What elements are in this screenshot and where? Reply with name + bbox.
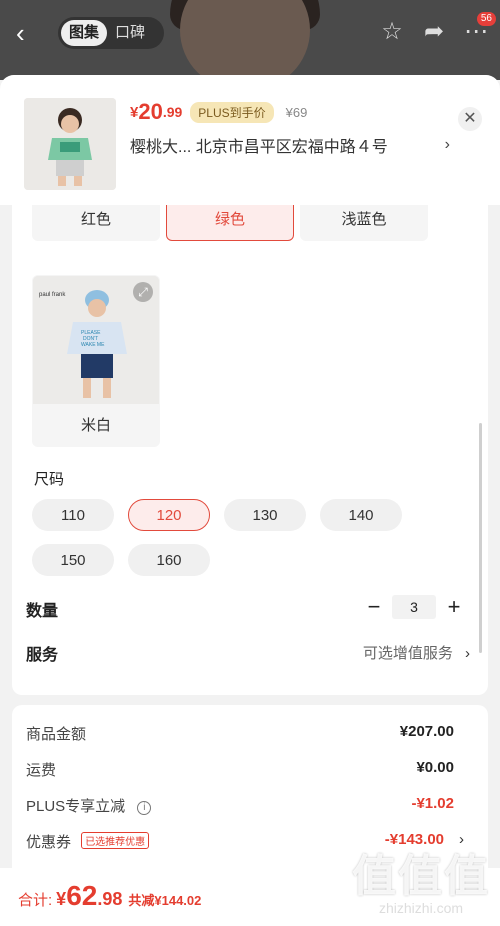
total-label: 合计: — [18, 892, 53, 909]
options-card: 红色 绿色 浅蓝色 paul frank PLEASE DON'T WAKE M… — [12, 165, 488, 695]
chevron-right-icon: › — [465, 645, 470, 662]
service-selector[interactable]: 可选增值服务 › — [363, 642, 470, 663]
coupon-label: 优惠券 — [26, 834, 72, 851]
quantity-label: 数量 — [26, 603, 59, 620]
goods-amount-row: 商品金额 ¥207.00 — [26, 723, 472, 744]
site-watermark: 值值值 zhizhizhi.com — [352, 840, 490, 916]
zoom-expand-icon[interactable]: ⤢ — [133, 282, 153, 302]
service-label: 服务 — [26, 647, 59, 664]
size-option-120[interactable]: 120 — [128, 499, 210, 531]
info-icon[interactable]: i — [137, 801, 152, 815]
background-photo-face — [180, 0, 310, 80]
total-saved: 共减¥144.02 — [128, 893, 202, 908]
sku-selection-sheet: ¥ 20 .99 PLUS到手价 ¥69 樱桃大... 北京市昌平区宏福中路４号… — [0, 75, 500, 926]
scrollbar[interactable] — [479, 423, 482, 653]
address-text: 樱桃大... 北京市昌平区宏福中路４号 — [130, 139, 388, 156]
price-currency: ¥ — [130, 103, 139, 121]
delivery-address[interactable]: 樱桃大... 北京市昌平区宏福中路４号 › — [130, 133, 460, 157]
top-actions: ☆ ➦ ⋯ 56 — [378, 12, 496, 46]
shipping-value: ¥0.00 — [416, 759, 454, 776]
gallery-review-switch: 图集 口碑 — [58, 17, 164, 49]
message-badge: 56 — [476, 12, 496, 26]
favorite-star-icon[interactable]: ☆ — [378, 18, 406, 46]
size-option-150[interactable]: 150 — [32, 544, 114, 576]
color-label: 米白 — [80, 417, 111, 434]
back-icon[interactable]: ‹ — [16, 20, 44, 48]
chevron-right-icon: › — [444, 136, 450, 153]
total-price: 合计: ¥ 62 .98 共减¥144.02 — [18, 880, 201, 912]
service-value: 可选增值服务 — [362, 645, 453, 662]
goods-amount-value: ¥207.00 — [399, 723, 454, 740]
price-row: ¥ 20 .99 PLUS到手价 ¥69 — [130, 99, 307, 125]
price-integer: 20 — [138, 99, 163, 124]
sheet-header: ¥ 20 .99 PLUS到手价 ¥69 樱桃大... 北京市昌平区宏福中路４号… — [0, 75, 500, 205]
size-option-140[interactable]: 140 — [320, 499, 402, 531]
more-icon[interactable]: ⋯ 56 — [462, 12, 496, 46]
plus-price-tag: PLUS到手价 — [190, 101, 274, 123]
total-integer: 62 — [66, 880, 98, 911]
total-currency: ¥ — [56, 889, 67, 909]
tab-gallery[interactable]: 图集 — [61, 20, 108, 46]
watermark-logo: 值值值 — [352, 852, 490, 901]
quantity-input[interactable]: 3 — [392, 595, 436, 619]
color-image: paul frank PLEASE DON'T WAKE ME ⤢ — [33, 276, 159, 404]
minus-icon[interactable]: − — [364, 595, 384, 619]
total-decimal: .98 — [97, 889, 123, 909]
plus-discount-label: PLUS专享立减 — [26, 798, 126, 815]
plus-discount-value: -¥1.02 — [411, 795, 454, 812]
quantity-stepper: − 3 + — [364, 595, 464, 619]
close-icon[interactable]: ✕ — [458, 107, 482, 131]
coupon-recommend-tag: 已选推荐优惠 — [81, 832, 150, 849]
goods-amount-label: 商品金额 — [26, 726, 87, 743]
size-option-130[interactable]: 130 — [224, 499, 306, 531]
share-icon[interactable]: ➦ — [420, 18, 448, 46]
svg-text:paul frank: paul frank — [39, 292, 66, 298]
size-title: 尺码 — [34, 471, 65, 488]
shipping-row: 运费 ¥0.00 — [26, 759, 472, 780]
svg-text:WAKE ME: WAKE ME — [81, 342, 105, 348]
shipping-label: 运费 — [26, 762, 57, 779]
tab-reviews[interactable]: 口碑 — [107, 20, 153, 46]
size-option-110[interactable]: 110 — [32, 499, 114, 531]
original-price: ¥69 — [285, 104, 308, 120]
color-option-off-white[interactable]: paul frank PLEASE DON'T WAKE ME ⤢ 米白 — [32, 275, 160, 447]
price-decimal: .99 — [162, 104, 183, 120]
size-option-160[interactable]: 160 — [128, 544, 210, 576]
product-thumbnail[interactable] — [24, 98, 116, 190]
top-bar: ‹ 图集 口碑 ☆ ➦ ⋯ 56 — [0, 0, 500, 80]
plus-icon[interactable]: + — [444, 595, 464, 619]
plus-discount-row: PLUS专享立减 i -¥1.02 — [26, 795, 472, 816]
